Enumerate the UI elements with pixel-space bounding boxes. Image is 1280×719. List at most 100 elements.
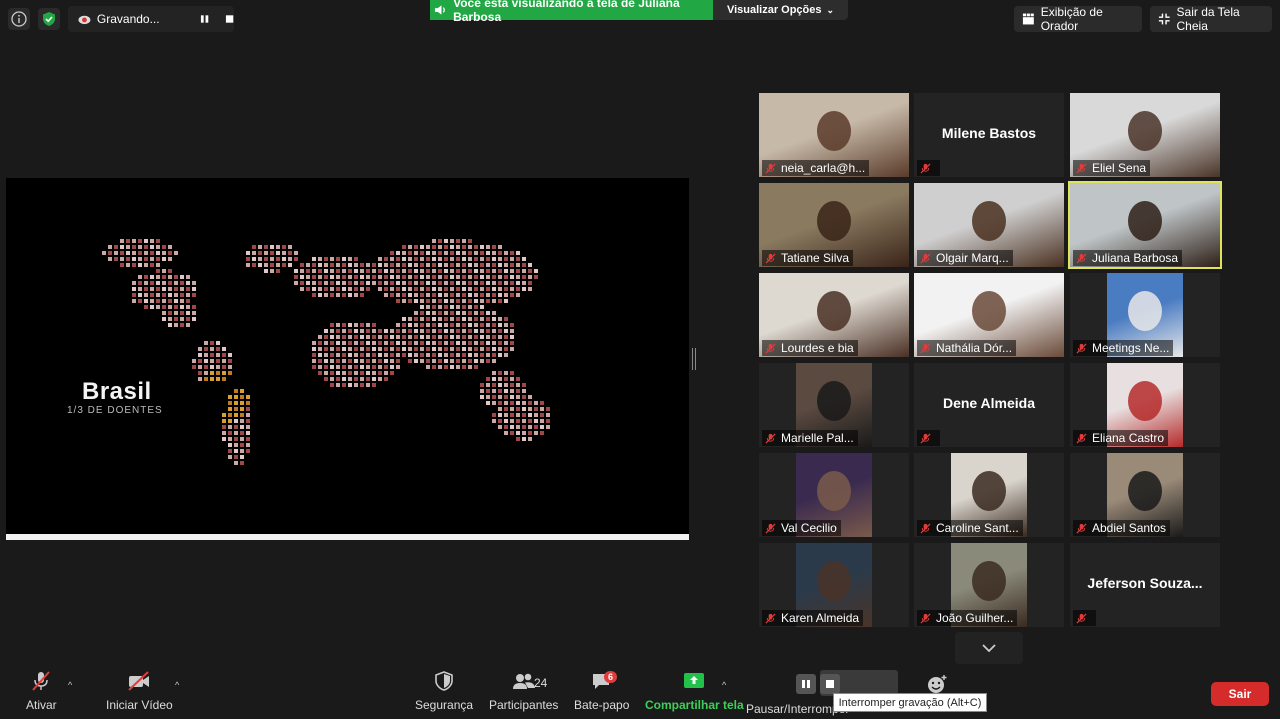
map-dot [366, 377, 370, 381]
participant-name-bar: João Guilher... [917, 610, 1018, 626]
map-dot [324, 257, 328, 261]
participant-silhouette [1128, 381, 1162, 421]
exit-fullscreen-button[interactable]: Sair da Tela Cheia [1150, 5, 1272, 33]
participant-tile[interactable]: Abdiel Santos [1070, 453, 1220, 537]
map-dot [468, 263, 472, 267]
start-video-button[interactable]: Iniciar Vídeo [106, 670, 173, 712]
pause-recording-button[interactable] [796, 674, 816, 694]
map-dot [336, 281, 340, 285]
share-screen-button[interactable]: Compartilhar tela [645, 670, 744, 712]
map-dot [174, 287, 178, 291]
recording-indicator: Gravando... [68, 6, 234, 32]
map-dot [372, 341, 376, 345]
map-dot [168, 305, 172, 309]
participant-tile[interactable]: Olgair Marq... [914, 183, 1064, 267]
map-dot [246, 407, 250, 411]
speaker-view-button[interactable]: Exibição de Orador [1014, 5, 1142, 33]
participant-tile[interactable]: Eliana Castro [1070, 363, 1220, 447]
participant-tile[interactable]: neia_carla@h... [759, 93, 909, 177]
gallery-next-page-button[interactable] [955, 632, 1023, 664]
map-dot [516, 431, 520, 435]
map-dot [144, 239, 148, 243]
map-dot [348, 293, 352, 297]
participant-tile[interactable]: Marielle Pal... [759, 363, 909, 447]
map-dot [408, 299, 412, 303]
view-options-button[interactable]: Visualizar Opções ⌄ [713, 0, 848, 20]
map-dot [174, 317, 178, 321]
map-dot [354, 323, 358, 327]
map-dot [486, 323, 490, 327]
map-dot [474, 341, 478, 345]
map-dot [162, 281, 166, 285]
map-dot [504, 383, 508, 387]
map-dot [540, 425, 544, 429]
shield-check-icon[interactable] [38, 8, 60, 30]
unmute-button[interactable]: Ativar [26, 670, 57, 712]
map-dot [480, 323, 484, 327]
map-dot [372, 359, 376, 363]
map-dot [384, 293, 388, 297]
panel-resize-handle[interactable] [692, 348, 696, 370]
participant-tile[interactable]: Juliana Barbosa [1068, 181, 1222, 269]
map-dot [174, 281, 178, 285]
participant-tile[interactable]: João Guilher... [914, 543, 1064, 627]
participants-button[interactable]: Participantes [489, 670, 558, 712]
participant-tile[interactable]: Karen Almeida [759, 543, 909, 627]
share-options-caret-icon[interactable]: ^ [722, 680, 726, 690]
map-dot [264, 263, 268, 267]
map-dot [426, 359, 430, 363]
muted-mic-icon [765, 612, 776, 624]
map-dot [162, 305, 166, 309]
participant-tile[interactable]: Meetings Ne... [1070, 273, 1220, 357]
map-dot [210, 365, 214, 369]
audio-options-caret-icon[interactable]: ^ [68, 680, 72, 690]
map-dot [234, 437, 238, 441]
map-dot [438, 341, 442, 345]
participant-name: Olgair Marq... [936, 251, 1009, 265]
map-dot [510, 263, 514, 267]
map-dot [336, 323, 340, 327]
map-dot [144, 245, 148, 249]
map-dot [174, 311, 178, 315]
leave-meeting-button[interactable]: Sair [1211, 682, 1269, 706]
participant-tile[interactable]: Val Cecilio [759, 453, 909, 537]
map-dot [414, 281, 418, 285]
info-icon[interactable] [8, 8, 30, 30]
map-dot [384, 281, 388, 285]
participant-tile[interactable]: Milene Bastos [914, 93, 1064, 177]
map-dot [390, 263, 394, 267]
security-button[interactable]: Segurança [415, 670, 473, 712]
map-dot [294, 281, 298, 285]
participant-tile[interactable]: Lourdes e bia [759, 273, 909, 357]
map-dot [306, 269, 310, 273]
map-dot [438, 317, 442, 321]
map-dot [438, 239, 442, 243]
pause-recording-icon[interactable] [200, 14, 209, 24]
video-options-caret-icon[interactable]: ^ [175, 680, 179, 690]
map-dot [312, 365, 316, 369]
chat-button[interactable]: Bate-papo [574, 670, 629, 712]
map-dot [240, 449, 244, 453]
participant-name: Eliel Sena [1092, 161, 1147, 175]
map-dot [414, 287, 418, 291]
participant-tile[interactable]: Dene Almeida [914, 363, 1064, 447]
map-dot [420, 353, 424, 357]
map-dot [522, 275, 526, 279]
participant-tile[interactable]: Caroline Sant... [914, 453, 1064, 537]
stop-recording-icon[interactable] [225, 14, 234, 24]
map-dot [378, 263, 382, 267]
map-dot [504, 377, 508, 381]
map-dot [408, 245, 412, 249]
map-dot [360, 371, 364, 375]
map-dot [396, 275, 400, 279]
map-dot [462, 365, 466, 369]
map-dot [324, 371, 328, 375]
map-dot [336, 269, 340, 273]
participant-tile[interactable]: Jeferson Souza... [1070, 543, 1220, 627]
participant-tile[interactable]: Eliel Sena [1070, 93, 1220, 177]
map-dot [492, 419, 496, 423]
map-dot [318, 281, 322, 285]
participant-tile[interactable]: Nathália Dór... [914, 273, 1064, 357]
participant-tile[interactable]: Tatiane Silva [759, 183, 909, 267]
map-dot [510, 413, 514, 417]
